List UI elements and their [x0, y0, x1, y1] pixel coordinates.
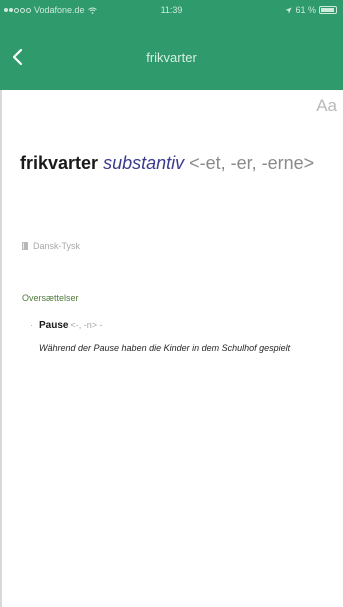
book-icon — [22, 242, 28, 250]
entry-headword-line: frikvarter substantiv <-et, -er, -erne> — [20, 150, 330, 176]
left-edge-divider — [0, 90, 2, 607]
bullet: · — [30, 320, 33, 330]
translation-line: · Pause <-, -n> - — [30, 320, 330, 331]
status-right: 61 % — [285, 5, 337, 15]
example-sentence: Während der Pause haben die Kinder in de… — [39, 343, 291, 353]
nav-bar: frikvarter — [0, 22, 343, 90]
app-header: Vodafone.de 11:39 61 % frikvarter — [0, 0, 343, 90]
status-bar: Vodafone.de 11:39 61 % — [0, 0, 343, 22]
entry-headword: frikvarter — [20, 153, 99, 173]
dictionary-source: Dansk-Tysk — [22, 241, 80, 251]
font-size-button[interactable]: Aa — [316, 96, 337, 116]
entry-part-of-speech: substantiv — [103, 153, 185, 173]
battery-percent: 61 % — [295, 5, 316, 15]
translation-item: · Pause <-, -n> - Während der Pause habe… — [30, 320, 330, 360]
nav-title: frikvarter — [146, 50, 197, 65]
translation-word[interactable]: Pause — [39, 320, 68, 331]
dictionary-name: Dansk-Tysk — [33, 241, 81, 251]
screen: Vodafone.de 11:39 61 % frikvarter Aa fri… — [0, 0, 343, 607]
location-icon — [285, 7, 292, 13]
entry-inflection: <-et, -er, -erne> — [189, 153, 315, 173]
battery-icon — [319, 6, 337, 14]
translations-section-label: Oversættelser — [22, 293, 79, 303]
translation-grammar: <-, -n> - — [70, 320, 103, 330]
